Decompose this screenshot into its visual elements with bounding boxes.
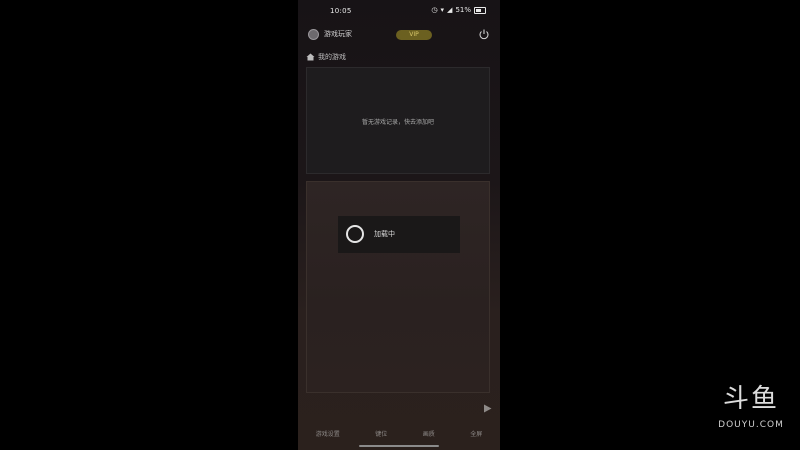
play-icon[interactable] <box>483 404 492 413</box>
battery-icon <box>474 6 486 14</box>
bottom-item-settings[interactable]: 游戏设置 <box>316 429 340 438</box>
bottom-item-keys[interactable]: 键位 <box>375 429 387 438</box>
section-header: 我的游戏 <box>306 52 346 62</box>
status-bar: 10:05 ◷ ▾ ◢ 51% <box>298 0 500 22</box>
clock-icon: ◷ <box>431 6 438 14</box>
battery-percent: 51% <box>455 6 471 14</box>
power-icon[interactable] <box>478 28 490 40</box>
home-icon <box>306 53 315 61</box>
account-name[interactable]: 游戏玩家 <box>324 29 352 39</box>
vip-badge[interactable]: VIP <box>396 30 432 40</box>
loading-toast: 加载中 <box>338 216 460 253</box>
avatar[interactable] <box>308 29 319 40</box>
loading-spinner-icon <box>346 225 364 243</box>
section-title: 我的游戏 <box>318 53 346 61</box>
wifi-icon: ▾ <box>440 6 445 14</box>
screen: 10:05 ◷ ▾ ◢ 51% 游戏玩家 VIP 我的游戏 暂无游戏记录，快去添… <box>0 0 800 450</box>
douyu-logo: 斗鱼 <box>722 384 779 414</box>
signal-icon: ◢ <box>447 6 453 14</box>
app-header: 游戏玩家 VIP <box>298 26 500 46</box>
bottom-toolbar: 游戏设置 键位 画质 全屏 <box>298 425 500 441</box>
recent-games-panel: 暂无游戏记录，快去添加吧 <box>306 67 490 174</box>
douyu-url: DOUYU.COM <box>718 420 784 430</box>
bottom-item-fullscreen[interactable]: 全屏 <box>470 429 482 438</box>
empty-state-message: 暂无游戏记录，快去添加吧 <box>361 119 434 126</box>
status-icons: ◷ ▾ ◢ 51% <box>431 6 486 14</box>
status-time: 10:05 <box>330 7 352 15</box>
game-stream-panel[interactable] <box>306 181 490 393</box>
bottom-item-quality[interactable]: 画质 <box>423 429 435 438</box>
phone-screen: 10:05 ◷ ▾ ◢ 51% 游戏玩家 VIP 我的游戏 暂无游戏记录，快去添… <box>298 0 500 450</box>
home-indicator[interactable] <box>359 445 439 447</box>
douyu-watermark: 斗鱼 DOUYU.COM <box>712 384 790 440</box>
loading-text: 加载中 <box>374 230 395 238</box>
